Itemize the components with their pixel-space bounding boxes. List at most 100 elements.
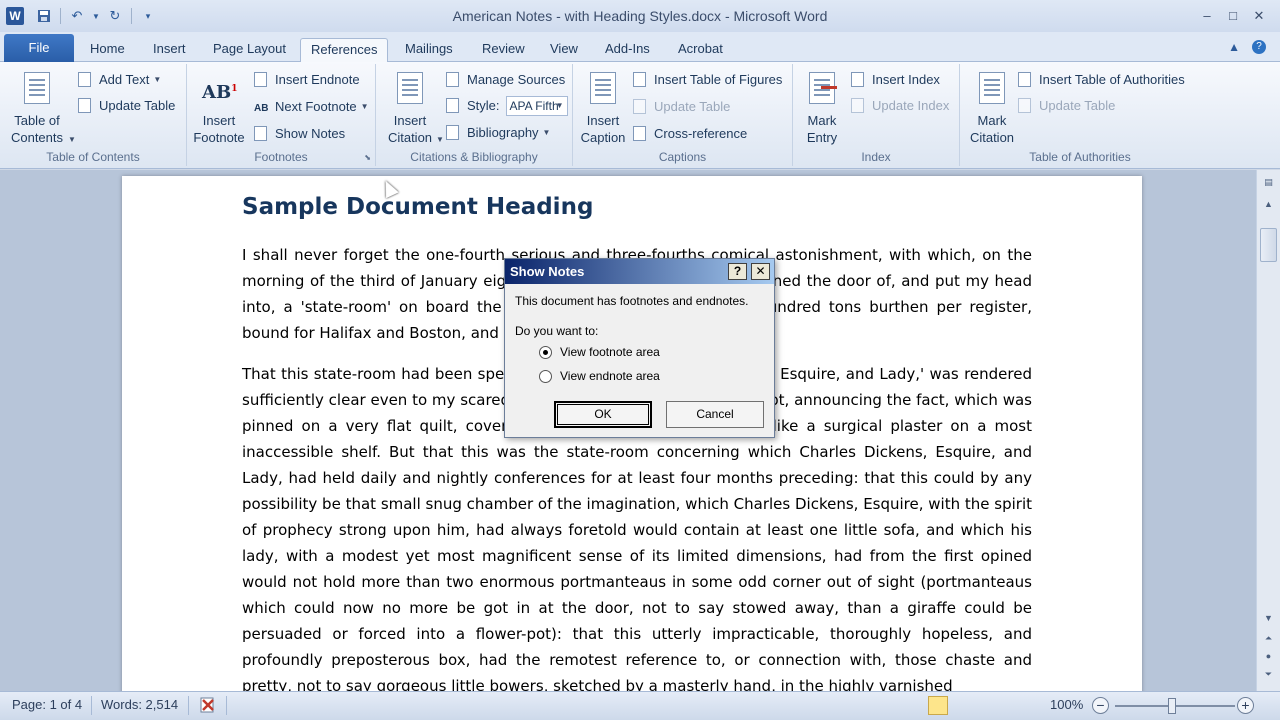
minimize-ribbon-icon[interactable]: ▲ [1228, 40, 1240, 54]
tab-references[interactable]: References [300, 38, 389, 63]
chevron-down-icon: ▼ [153, 75, 162, 84]
dialog-launcher-icon[interactable]: ⬊ [364, 153, 371, 162]
table-of-contents-icon [20, 70, 54, 108]
chevron-down-icon: ▼ [68, 135, 76, 144]
ruler-toggle-icon[interactable]: ▤ [1260, 174, 1277, 191]
table-of-authorities-icon [1018, 72, 1034, 88]
mark-citation-button[interactable]: Mark Citation [964, 70, 1020, 146]
update-table-button-captions[interactable]: Update Table [633, 97, 730, 117]
insert-citation-button[interactable]: Insert Citation [380, 70, 440, 146]
zoom-level[interactable]: 100% [1050, 697, 1083, 712]
document-heading[interactable]: Sample Document Heading [242, 194, 593, 220]
tab-page-layout[interactable]: Page Layout [203, 38, 296, 62]
help-icon[interactable]: ? [1252, 40, 1266, 54]
status-separator [91, 696, 92, 715]
tab-file[interactable]: File [4, 34, 74, 62]
style-selector: Style: APA Fifth ▼ [446, 96, 568, 116]
add-text-icon [78, 72, 94, 88]
chevron-down-icon: ▼ [555, 101, 564, 110]
group-index: Mark Entry Insert Index Update Index Ind… [793, 64, 960, 166]
zoom-in-icon[interactable]: + [1237, 697, 1254, 714]
group-label: Footnotes [254, 150, 308, 164]
mark-entry-icon [805, 70, 839, 108]
minimize-button[interactable]: – [1194, 6, 1220, 26]
ribbon-tabs: File Home Insert Page Layout References … [0, 32, 1280, 63]
bibliography-button[interactable]: Bibliography ▼ [446, 123, 550, 143]
print-layout-view-icon[interactable] [928, 696, 948, 715]
page-count[interactable]: Page: 1 of 4 [12, 697, 82, 712]
next-footnote-icon: AB [254, 103, 269, 114]
group-label: Captions [658, 150, 707, 164]
group-label: Table of Authorities [1029, 150, 1131, 164]
cross-reference-button[interactable]: Cross-reference [633, 124, 747, 144]
chevron-down-icon: ▼ [360, 102, 369, 111]
group-footnotes: AB1 Insert Footnote Insert Endnote AB Ne… [187, 64, 376, 166]
proofing-icon[interactable] [198, 695, 218, 718]
tab-add-ins[interactable]: Add-Ins [595, 38, 660, 62]
scrollbar-thumb[interactable] [1260, 228, 1277, 262]
web-layout-view-icon[interactable] [974, 696, 994, 715]
style-icon [446, 98, 462, 114]
select-browse-object-icon[interactable]: ● [1260, 648, 1277, 665]
cancel-button[interactable]: Cancel [666, 401, 764, 428]
full-screen-reading-view-icon[interactable] [952, 696, 972, 715]
ribbon-right-icons: ▲ ? [1228, 40, 1266, 54]
draft-view-icon[interactable] [1018, 696, 1038, 715]
tab-acrobat[interactable]: Acrobat [668, 38, 733, 62]
scroll-up-icon[interactable]: ▲ [1260, 196, 1277, 213]
status-bar: Page: 1 of 4 Words: 2,514 100% − + [0, 691, 1280, 720]
zoom-slider-thumb[interactable] [1168, 698, 1176, 714]
update-index-button[interactable]: Update Index [851, 96, 949, 116]
show-notes-icon [254, 126, 270, 142]
group-table-of-contents: Table of Contents ▼ Add Text ▼ Update Tab… [0, 64, 187, 166]
bibliography-icon [446, 125, 462, 141]
insert-footnote-button[interactable]: AB1 Insert Footnote [191, 70, 247, 146]
dialog-message: This document has footnotes and endnotes… [515, 294, 749, 308]
group-label: Citations & Bibliography [410, 150, 538, 164]
radio-selected-icon [539, 345, 552, 359]
maximize-button[interactable]: □ [1220, 6, 1246, 26]
view-endnote-area-radio[interactable]: View endnote area [539, 369, 660, 383]
zoom-out-icon[interactable]: − [1092, 697, 1109, 714]
update-table-icon [78, 98, 94, 114]
update-table-icon [1018, 98, 1034, 114]
tab-insert[interactable]: Insert [143, 38, 196, 62]
view-footnote-area-radio[interactable]: View footnote area [539, 345, 660, 359]
close-button[interactable]: ✕ [1246, 6, 1272, 26]
outline-view-icon[interactable] [996, 696, 1016, 715]
previous-page-icon[interactable]: ⏶ [1260, 630, 1277, 647]
next-page-icon[interactable]: ⏷ [1260, 666, 1277, 683]
dialog-close-button[interactable]: ✕ [751, 263, 770, 280]
insert-endnote-button[interactable]: Insert Endnote [254, 70, 360, 90]
dialog-help-button[interactable]: ? [728, 263, 747, 280]
insert-index-button[interactable]: Insert Index [851, 70, 940, 90]
ok-button[interactable]: OK [554, 401, 652, 428]
next-footnote-button[interactable]: AB Next Footnote ▼ [254, 97, 369, 117]
tab-mailings[interactable]: Mailings [395, 38, 463, 62]
title-bar: W ↶ ▼ ↻ ▾ American Notes - with Heading … [0, 0, 1280, 32]
citation-style-dropdown[interactable]: APA Fifth ▼ [505, 96, 568, 116]
vertical-scrollbar[interactable]: ▤ ▲ ▼ ⏶ ● ⏷ [1256, 170, 1280, 691]
scroll-down-icon[interactable]: ▼ [1260, 610, 1277, 627]
status-separator [226, 696, 227, 715]
add-text-button[interactable]: Add Text ▼ [78, 70, 161, 90]
tab-view[interactable]: View [540, 38, 588, 62]
manage-sources-icon [446, 72, 462, 88]
insert-table-of-figures-button[interactable]: Insert Table of Figures [633, 70, 782, 90]
show-notes-button[interactable]: Show Notes [254, 124, 345, 144]
table-of-contents-button[interactable]: Table of Contents [8, 70, 66, 146]
insert-table-of-authorities-button[interactable]: Insert Table of Authorities [1018, 70, 1185, 90]
word-count[interactable]: Words: 2,514 [101, 697, 178, 712]
ribbon-references: Table of Contents ▼ Add Text ▼ Update Tab… [0, 62, 1280, 169]
group-captions: Insert Caption Insert Table of Figures U… [573, 64, 793, 166]
tab-review[interactable]: Review [472, 38, 535, 62]
mark-entry-button[interactable]: Mark Entry [797, 70, 847, 146]
insert-caption-icon [586, 70, 620, 108]
update-table-button-authorities[interactable]: Update Table [1018, 96, 1115, 116]
update-table-button[interactable]: Update Table [78, 96, 175, 116]
cross-reference-icon [633, 126, 649, 142]
insert-caption-button[interactable]: Insert Caption [577, 70, 629, 146]
manage-sources-button[interactable]: Manage Sources [446, 70, 565, 90]
insert-endnote-icon [254, 72, 270, 88]
tab-home[interactable]: Home [80, 38, 135, 62]
